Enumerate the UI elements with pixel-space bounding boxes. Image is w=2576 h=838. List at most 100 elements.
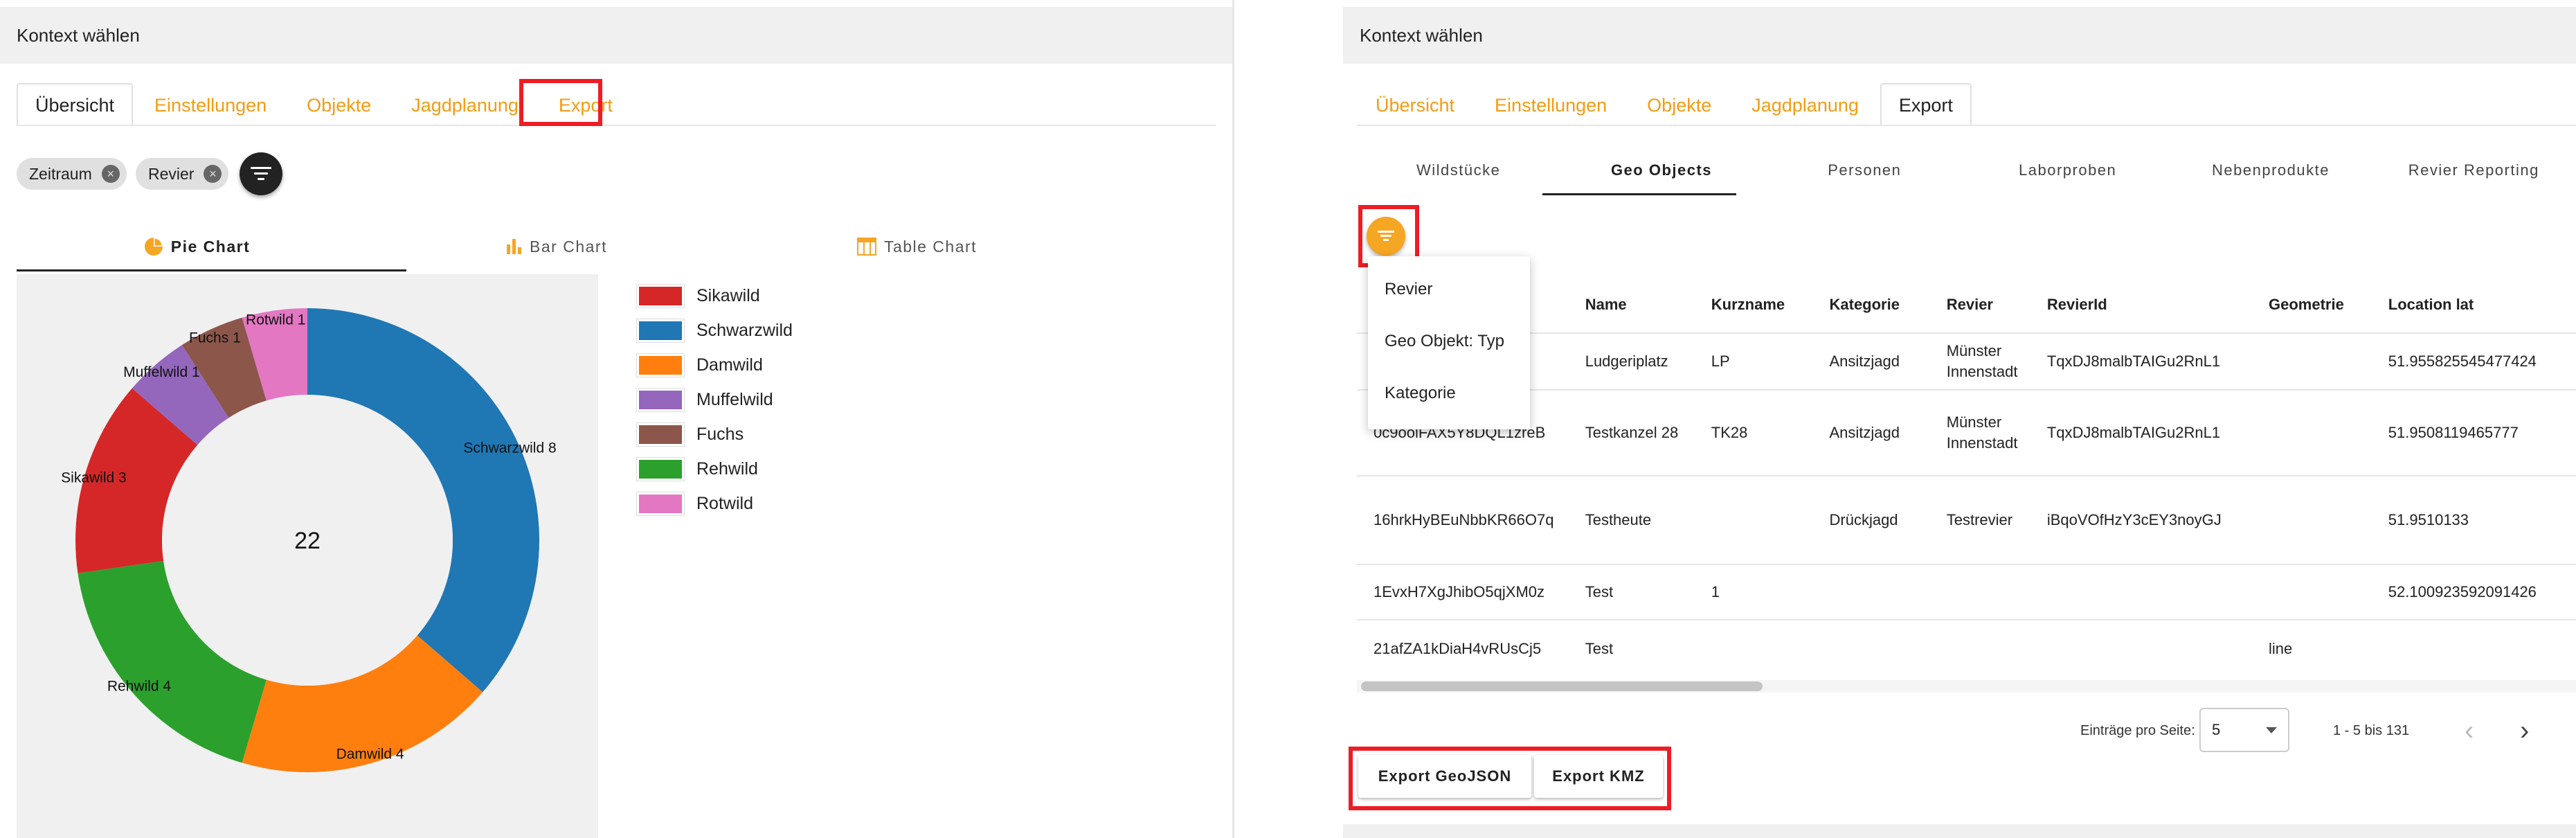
tabs-divider <box>17 125 1216 126</box>
horizontal-scrollbar-thumb[interactable] <box>1361 681 1763 691</box>
legend-swatch <box>636 491 685 516</box>
filter-icon <box>251 167 271 181</box>
tab-einstellungen[interactable]: Einstellungen <box>1476 83 1625 125</box>
cell-kategorie: Ansitzjagd <box>1812 389 1930 476</box>
close-circle-icon[interactable]: × <box>204 165 222 183</box>
export-geojson-button[interactable]: Export GeoJSON <box>1358 755 1531 798</box>
export-kmz-button[interactable]: Export KMZ <box>1534 755 1663 798</box>
legend-item-rehwild[interactable]: Rehwild <box>636 452 793 486</box>
slice-label: Rotwild 1 <box>246 312 305 328</box>
cell-name: Test <box>1568 564 1695 620</box>
subtab-geo-objects[interactable]: Geo Objects <box>1560 145 1763 195</box>
subtab-laborproben[interactable]: Laborproben <box>1966 145 2169 195</box>
table-chart-icon <box>856 238 876 256</box>
legend-item-schwarzwild[interactable]: Schwarzwild <box>636 313 793 348</box>
table-row[interactable]: 1EvxH7XgJhibO5qjXM0z Test 1 52.100923592… <box>1357 564 2576 620</box>
chevron-down-icon <box>2266 727 2277 733</box>
prev-page-button[interactable]: ‹ <box>2465 706 2474 755</box>
chip-zeitraum[interactable]: Zeitraum × <box>17 158 127 190</box>
chart-tab-indicator <box>17 269 406 271</box>
cell-kategorie: Drückjagd <box>1812 475 1930 564</box>
legend-swatch <box>636 318 685 343</box>
filter-menu: Revier Geo Objekt: Typ Kategorie <box>1368 256 1530 429</box>
cell-revier: Münster Innenstadt <box>1929 389 2030 476</box>
legend-swatch <box>636 353 685 377</box>
cell-location-lat <box>2371 619 2576 677</box>
cell-kategorie: Ansitzjagd <box>1812 332 1930 390</box>
tab-table-chart[interactable]: Table Chart <box>737 222 1097 271</box>
tab-uebersicht[interactable]: Übersicht <box>17 83 134 125</box>
context-header[interactable]: Kontext wählen <box>0 7 1232 64</box>
right-panel: Kontext wählen Übersicht Einstellungen O… <box>1343 0 2576 838</box>
tab-label: Table Chart <box>883 237 978 256</box>
cell-kurzname: TK28 <box>1694 389 1813 476</box>
per-page-label: Einträge pro Seite: <box>2080 722 2195 738</box>
menu-item-kategorie[interactable]: Kategorie <box>1368 367 1530 419</box>
column-header-location-lat[interactable]: Location lat <box>2372 277 2576 333</box>
cell-revier: Münster Innenstadt <box>1929 332 2030 390</box>
legend-label: Sikawild <box>696 285 760 305</box>
cell-location-lat: 51.9508119465777 <box>2371 389 2576 476</box>
tab-objekte[interactable]: Objekte <box>288 83 390 125</box>
tab-label: Bar Chart <box>530 237 607 256</box>
filter-button[interactable] <box>1367 217 1405 256</box>
tabs-divider <box>1357 125 2576 126</box>
filter-icon <box>1378 231 1394 242</box>
tab-jagdplanung[interactable]: Jagdplanung <box>1733 83 1877 125</box>
table-row[interactable]: 21afZA1kDiaH4vRUsCj5 Test line <box>1357 619 2576 677</box>
legend-label: Fuchs <box>696 424 744 444</box>
cell-id: 1EvxH7XgJhibO5qjXM0z <box>1357 564 1569 620</box>
table-row[interactable]: 16hrkHyBEuNbbKR66O7q Testheute Drückjagd… <box>1357 475 2576 564</box>
legend-label: Muffelwild <box>696 389 773 409</box>
legend-swatch <box>636 422 685 447</box>
subtab-wildstuecke[interactable]: Wildstücke <box>1357 145 1560 195</box>
per-page-select[interactable]: 5 <box>2199 708 2289 752</box>
legend-item-sikawild[interactable]: Sikawild <box>636 278 793 313</box>
column-header-kurzname[interactable]: Kurzname <box>1695 277 1813 333</box>
subtab-revier-reporting[interactable]: Revier Reporting <box>2372 145 2575 195</box>
tab-pie-chart[interactable]: Pie Chart <box>17 222 377 271</box>
donut-total-label: 22 <box>294 528 321 554</box>
export-subtabs: Wildstücke Geo Objects Personen Laborpro… <box>1357 145 2575 195</box>
cell-kurzname <box>1694 619 1813 677</box>
pie-chart: Schwarzwild 8 Damwild 4 Rehwild 4 Sikawild … <box>61 308 557 772</box>
subtab-personen[interactable]: Personen <box>1763 145 1966 195</box>
subtab-indicator <box>1542 193 1736 195</box>
tab-jagdplanung[interactable]: Jagdplanung <box>393 83 537 125</box>
subtab-nebenprodukte[interactable]: Nebenprodukte <box>2169 145 2372 195</box>
cell-name: Test <box>1568 619 1695 677</box>
column-header-revierid[interactable]: RevierId <box>2030 277 2252 333</box>
tab-export[interactable]: Export <box>1880 83 1972 125</box>
column-header-name[interactable]: Name <box>1569 277 1695 333</box>
bar-chart-icon <box>507 239 522 254</box>
table-row[interactable]: …Nc Ludgeriplatz LP Ansitzjagd Münster I… <box>1357 332 2576 390</box>
column-header-kategorie[interactable]: Kategorie <box>1813 277 1930 333</box>
tab-einstellungen[interactable]: Einstellungen <box>136 83 285 125</box>
legend-item-muffelwild[interactable]: Muffelwild <box>636 382 793 417</box>
tab-objekte[interactable]: Objekte <box>1628 83 1730 125</box>
legend-item-fuchs[interactable]: Fuchs <box>636 417 793 452</box>
tab-bar-chart[interactable]: Bar Chart <box>377 222 737 271</box>
next-page-button[interactable]: › <box>2520 706 2529 755</box>
column-header-geometrie[interactable]: Geometrie <box>2252 277 2372 333</box>
legend-item-damwild[interactable]: Damwild <box>636 348 793 382</box>
cell-geometrie <box>2252 389 2372 476</box>
chip-revier[interactable]: Revier × <box>136 158 229 190</box>
close-circle-icon[interactable]: × <box>101 165 120 183</box>
cell-name: Ludgeriplatz <box>1568 332 1695 390</box>
cell-revier <box>1929 564 2030 620</box>
legend-item-rotwild[interactable]: Rotwild <box>636 486 793 521</box>
column-header-revier[interactable]: Revier <box>1930 277 2030 333</box>
menu-item-geo-objekt-typ[interactable]: Geo Objekt: Typ <box>1368 315 1530 367</box>
table-row[interactable]: 0c9oolFAX5Y8DQL1zreB Testkanzel 28 TK28 … <box>1357 389 2576 476</box>
tab-uebersicht[interactable]: Übersicht <box>1357 83 1473 125</box>
cell-name: Testheute <box>1568 475 1695 564</box>
slice-label: Muffelwild 1 <box>123 364 200 380</box>
menu-item-revier[interactable]: Revier <box>1368 263 1530 315</box>
context-header[interactable]: Kontext wählen <box>1343 7 2576 64</box>
filter-button[interactable] <box>240 152 282 195</box>
left-panel: Kontext wählen Übersicht Einstellungen O… <box>0 0 1232 838</box>
tab-export[interactable]: Export <box>540 83 631 125</box>
cell-id: 21afZA1kDiaH4vRUsCj5 <box>1357 619 1569 677</box>
slice-label: Schwarzwild 8 <box>463 440 556 456</box>
